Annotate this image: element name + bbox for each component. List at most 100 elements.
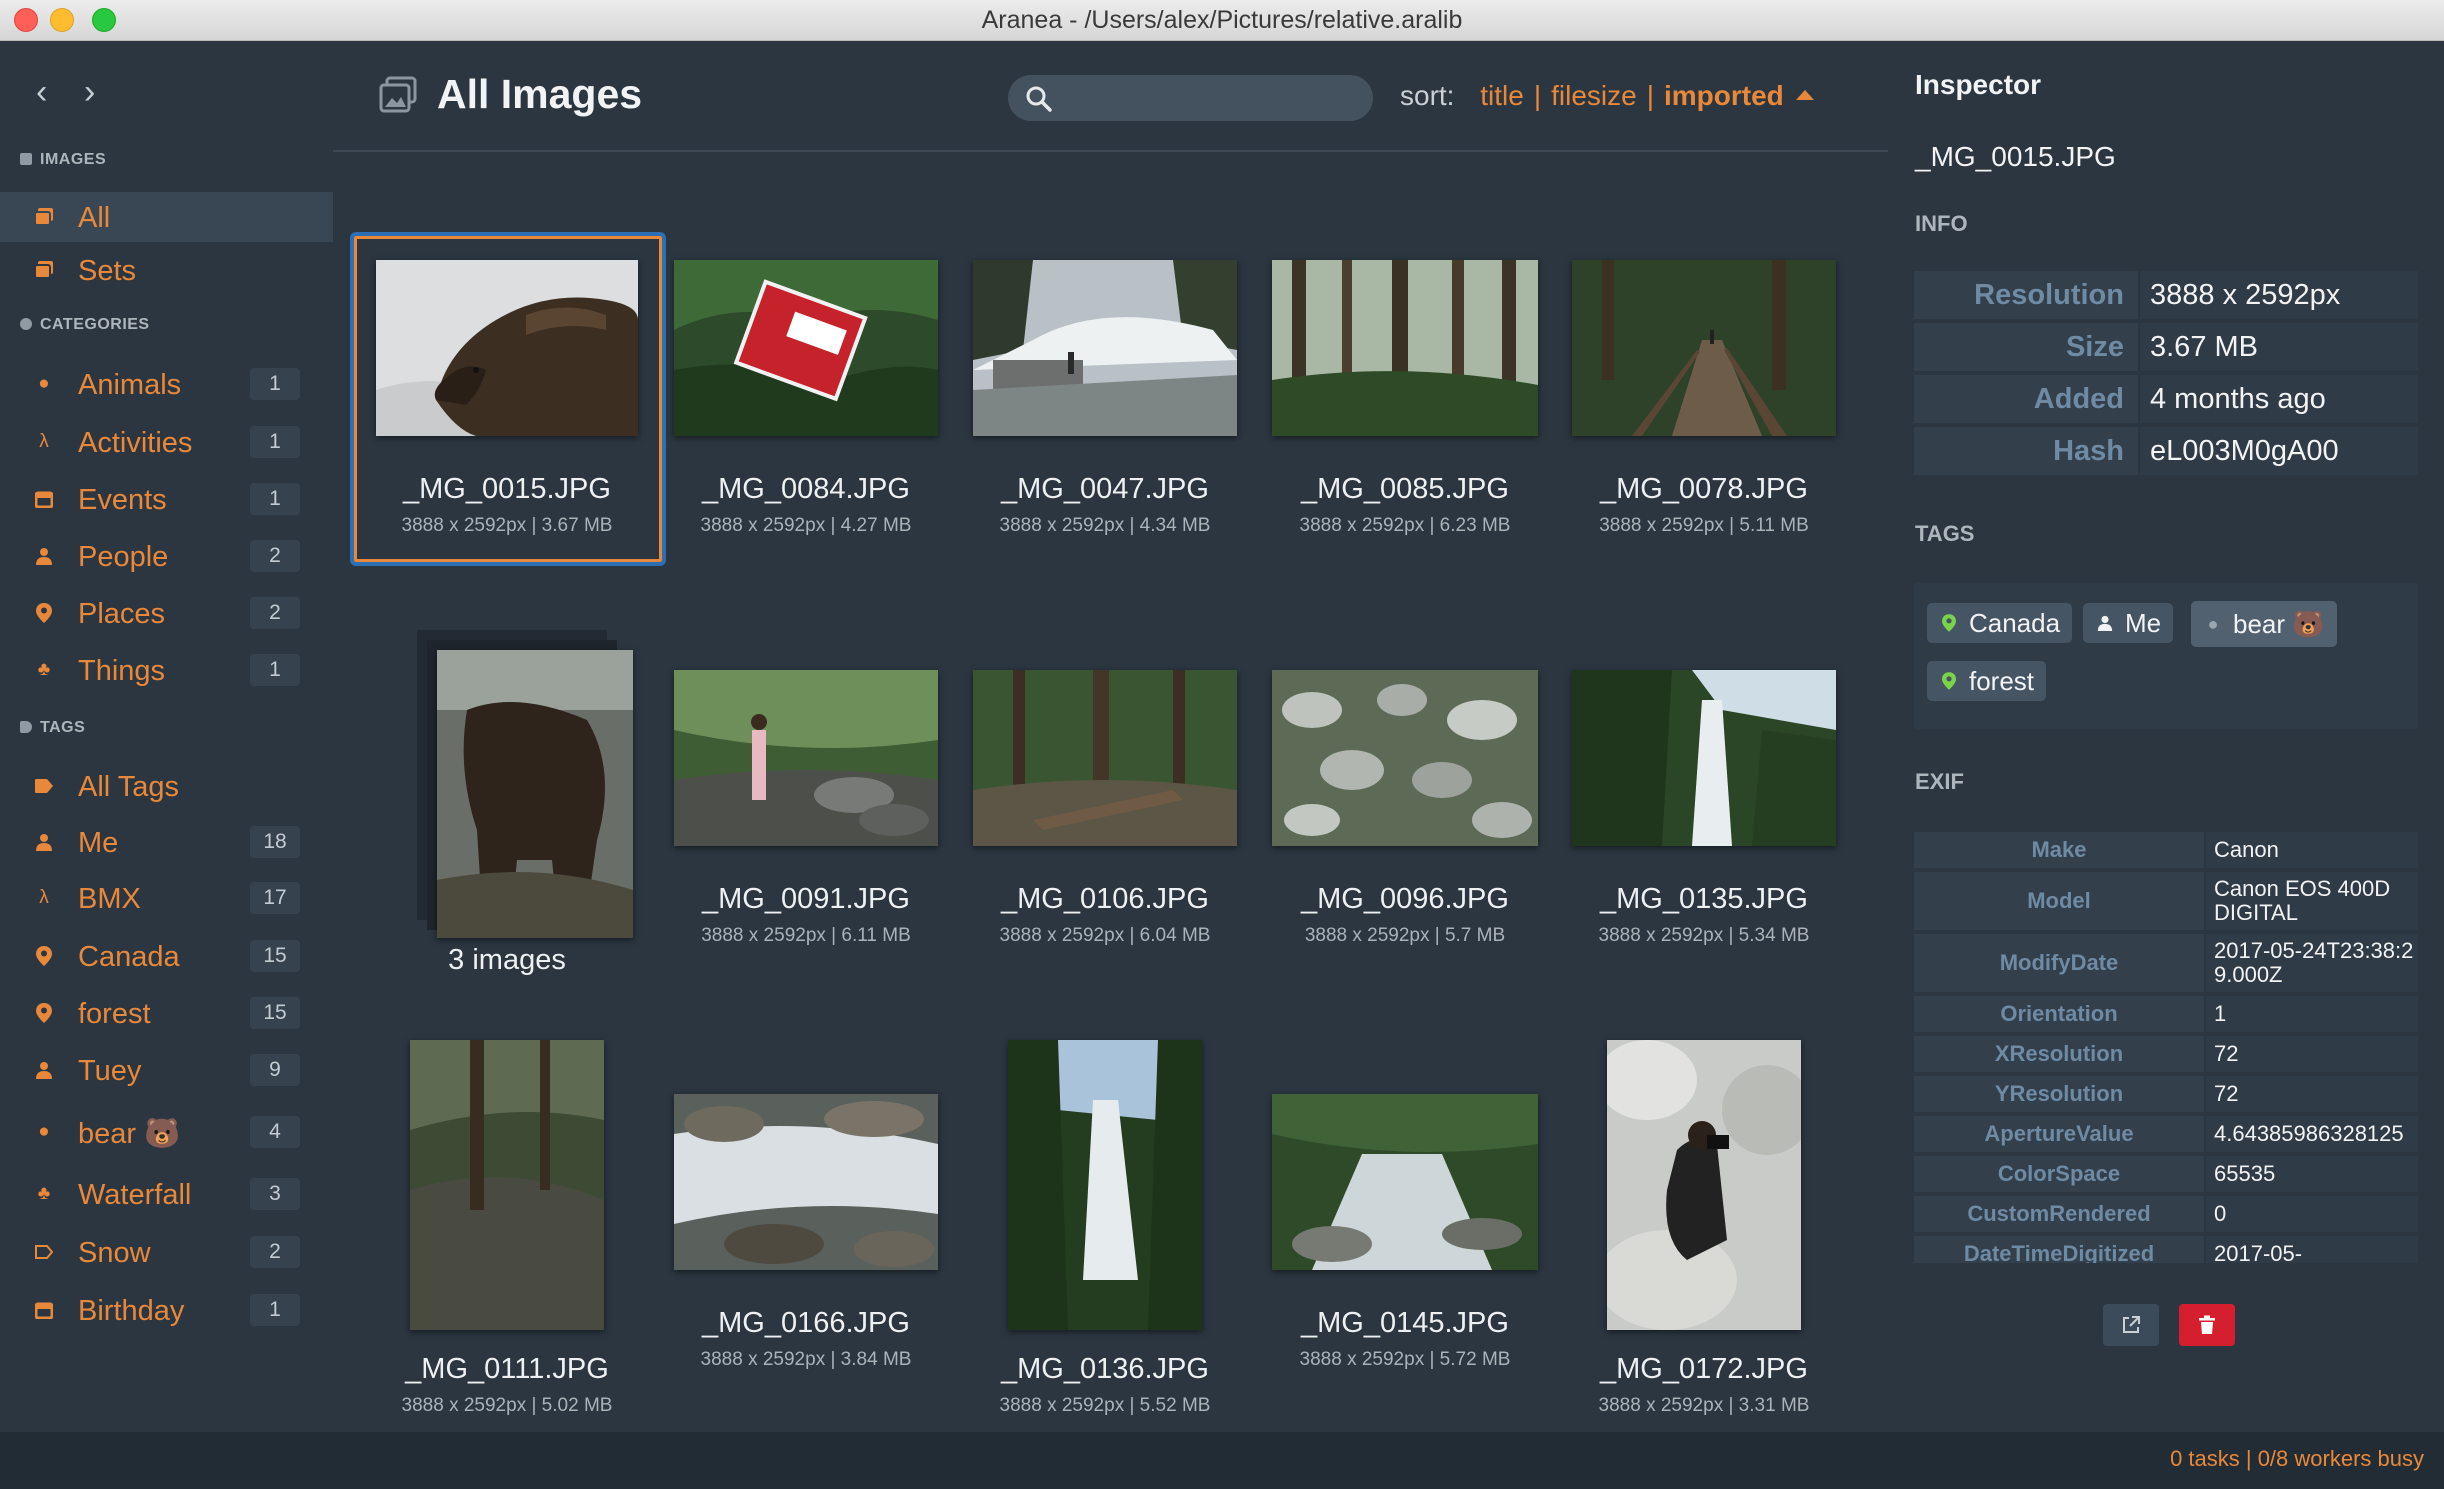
count-badge: 1 [250,426,300,458]
thumbnail[interactable] [955,1040,1255,1330]
exif-value: 2017-05-24T23:38:29.000Z [2206,934,2418,992]
image-set-tile[interactable]: 3 images [357,630,657,1030]
open-external-button[interactable] [2103,1304,2159,1346]
title-bar: Aranea - /Users/alex/Pictures/relative.a… [0,0,2444,41]
count-badge: 1 [250,1294,300,1326]
forward-arrow-icon[interactable]: › [84,75,95,109]
thumbnail[interactable] [1255,670,1555,846]
tag-chip-canada[interactable]: Canada [1927,603,2073,643]
info-key: Hash [1914,427,2138,475]
image-meta: 3888 x 2592px | 5.52 MB [999,1395,1211,1416]
sidebar-item-label: Tuey [78,1055,142,1087]
exif-key: Model [1914,872,2204,930]
image-tile[interactable]: _MG_0091.JPG 3888 x 2592px | 6.11 MB [656,670,956,1000]
cascade-photo [1272,1094,1538,1270]
tags-section-heading: TAGS [1915,521,1975,546]
thumbnail-stack[interactable] [357,630,657,938]
info-table: Resolution 3888 x 2592px Size 3.67 MB Ad… [1914,271,2418,479]
tag-chip-me[interactable]: Me [2083,603,2174,643]
exif-key: XResolution [1914,1036,2204,1072]
image-tile[interactable]: _MG_0084.JPG 3888 x 2592px | 4.27 MB [656,260,956,590]
sidebar-item-label: Birthday [78,1295,185,1327]
info-heading: INFO [1915,211,1968,236]
image-meta: 3888 x 2592px | 3.67 MB [401,515,613,536]
exif-row: Orientation 1 [1914,996,2418,1032]
delete-button[interactable] [2179,1304,2235,1346]
image-tile[interactable]: _MG_0015.JPG 3888 x 2592px | 3.67 MB [350,232,666,590]
thumbnail[interactable] [357,1040,657,1330]
image-tile[interactable]: _MG_0085.JPG 3888 x 2592px | 6.23 MB [1255,260,1555,590]
images-heading: IMAGES [20,151,106,169]
categories-heading-icon [20,318,32,330]
thumbnail[interactable] [1554,1040,1854,1330]
exif-value: 1 [2206,996,2418,1032]
thumbnail[interactable] [1255,1094,1555,1270]
image-tile[interactable]: _MG_0135.JPG 3888 x 2592px | 5.34 MB [1554,670,1854,1000]
sidebar-item-birthday[interactable]: Birthday 1 [0,1285,333,1335]
tag-chip-bear[interactable]: ● bear 🐻 [2191,601,2337,647]
count-badge: 1 [250,483,300,515]
image-tile[interactable]: _MG_0047.JPG 3888 x 2592px | 4.34 MB [955,260,1255,590]
sidebar-item-activities[interactable]: λ Activities 1 [0,417,333,467]
sidebar-item-canada[interactable]: Canada 15 [0,931,333,981]
sidebar-item-label: All Tags [78,771,180,803]
thumbnail[interactable] [656,670,956,846]
sidebar-item-label: Snow [78,1237,151,1269]
thumbnail[interactable] [1554,670,1854,846]
info-row: Added 4 months ago [1914,375,2418,427]
sidebar-item-me[interactable]: Me 18 [0,817,333,867]
sidebar-item-label: Activities [78,427,193,459]
stack-wrapper [407,630,633,938]
thumbnail[interactable] [1255,260,1555,436]
back-arrow-icon[interactable]: ‹ [36,75,47,109]
image-tile[interactable]: _MG_0078.JPG 3888 x 2592px | 5.11 MB [1554,260,1854,590]
image-meta: 3888 x 2592px | 5.72 MB [1299,1349,1511,1370]
image-tile[interactable]: _MG_0145.JPG 3888 x 2592px | 5.72 MB [1255,1094,1555,1424]
image-tile[interactable]: _MG_0166.JPG 3888 x 2592px | 3.84 MB [656,1094,956,1424]
sidebar-item-sets[interactable]: Sets [0,245,333,295]
sort-title-link[interactable]: title [1480,80,1524,111]
search-bar[interactable] [1008,75,1373,121]
count-badge: 4 [250,1116,300,1148]
thumbnail[interactable] [955,260,1255,436]
thumbnail[interactable] [357,260,657,436]
exif-key: CustomRendered [1914,1196,2204,1232]
image-tile[interactable]: _MG_0172.JPG 3888 x 2592px | 3.31 MB [1554,1040,1854,1432]
sort-filesize-link[interactable]: filesize [1551,80,1637,111]
sidebar-item-forest[interactable]: forest 15 [0,988,333,1038]
search-input[interactable] [1066,81,1356,115]
thumbnail[interactable] [1554,260,1854,436]
image-tile[interactable]: _MG_0136.JPG 3888 x 2592px | 5.52 MB [955,1040,1255,1432]
sidebar-item-people[interactable]: People 2 [0,531,333,581]
thumbnail[interactable] [955,670,1255,846]
exif-value: 2017-05- [2206,1236,2418,1263]
bear-standing-photo [437,650,633,938]
thumbnail[interactable] [656,260,956,436]
sidebar-item-places[interactable]: Places 2 [0,588,333,638]
inspector-title: Inspector [1915,69,2042,100]
thumbnail[interactable] [656,1094,956,1270]
sidebar-item-snow[interactable]: Snow 2 [0,1227,333,1277]
sidebar-item-bear[interactable]: ● bear 🐻 4 [0,1107,333,1157]
river-person-photo [674,670,938,846]
sidebar-item-things[interactable]: ♣ Things 1 [0,645,333,695]
sidebar-item-label: Me [78,827,119,859]
exif-key: ModifyDate [1914,934,2204,992]
sidebar-item-all[interactable]: All [0,192,333,242]
image-filename: _MG_0106.JPG [1001,883,1209,915]
info-value: 4 months ago [2140,375,2418,423]
sidebar-item-animals[interactable]: ● Animals 1 [0,359,333,409]
image-tile[interactable]: _MG_0106.JPG 3888 x 2592px | 6.04 MB [955,670,1255,1000]
image-tile[interactable]: _MG_0096.JPG 3888 x 2592px | 5.7 MB [1255,670,1555,1000]
tag-chip-forest[interactable]: forest [1927,661,2047,701]
image-tile[interactable]: _MG_0111.JPG 3888 x 2592px | 5.02 MB [357,1040,657,1432]
sidebar-item-tuey[interactable]: Tuey 9 [0,1045,333,1095]
rapids-photo [674,1094,938,1270]
sidebar-item-all-tags[interactable]: All Tags [0,761,333,811]
sidebar-item-waterfall[interactable]: ♣ Waterfall 3 [0,1169,333,1219]
sidebar-item-bmx[interactable]: λ BMX 17 [0,873,333,923]
sort-imported-link[interactable]: imported [1664,80,1784,111]
exif-table[interactable]: Make Canon Model Canon EOS 400D DIGITAL Mo… [1914,832,2418,1263]
sort-ascending-icon[interactable] [1795,90,1814,100]
sidebar-item-events[interactable]: Events 1 [0,474,333,524]
